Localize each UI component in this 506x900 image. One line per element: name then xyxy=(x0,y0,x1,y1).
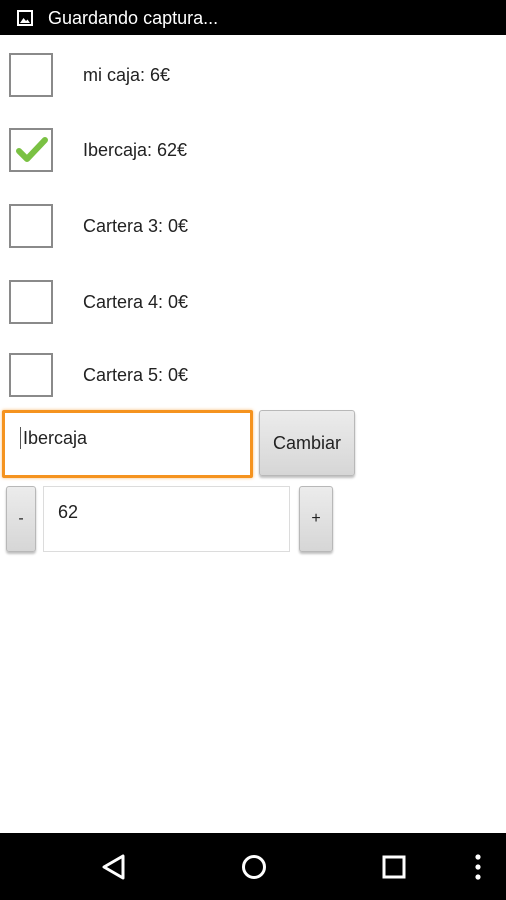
wallet-label: mi caja: 6€ xyxy=(83,65,171,85)
checkmark-icon xyxy=(16,137,48,162)
wallet-name-input[interactable]: Ibercaja xyxy=(2,410,253,478)
wallet-checkbox[interactable] xyxy=(9,53,53,97)
wallet-row[interactable]: Cartera 4: 0€ xyxy=(0,280,506,350)
overflow-menu-icon[interactable] xyxy=(470,851,502,883)
wallet-row[interactable]: mi caja: 6€ xyxy=(0,53,506,123)
status-notification-text: Guardando captura... xyxy=(48,8,219,28)
recents-icon[interactable] xyxy=(378,851,410,883)
wallet-label: Cartera 4: 0€ xyxy=(83,292,189,312)
decrement-button[interactable]: - xyxy=(6,486,36,552)
change-button[interactable]: Cambiar xyxy=(259,410,355,476)
increment-button[interactable]: + xyxy=(299,486,333,552)
wallet-checkbox[interactable] xyxy=(9,353,53,397)
amount-value: 62 xyxy=(58,502,79,522)
status-bar: Guardando captura... xyxy=(0,0,506,35)
home-icon[interactable] xyxy=(238,851,270,883)
navigation-bar xyxy=(0,833,506,900)
wallet-label: Cartera 5: 0€ xyxy=(83,365,189,385)
wallet-checkbox[interactable] xyxy=(9,280,53,324)
image-icon xyxy=(17,10,33,26)
text-cursor xyxy=(20,427,21,449)
wallet-checkbox-checked[interactable] xyxy=(9,128,53,172)
wallet-label: Cartera 3: 0€ xyxy=(83,216,189,236)
wallet-label: Ibercaja: 62€ xyxy=(83,140,188,160)
wallet-name-value: Ibercaja xyxy=(23,428,88,448)
amount-input[interactable]: 62 xyxy=(43,486,290,552)
back-icon[interactable] xyxy=(98,851,130,883)
wallet-row[interactable]: Ibercaja: 62€ xyxy=(0,128,506,198)
wallet-checkbox[interactable] xyxy=(9,204,53,248)
wallet-row[interactable]: Cartera 3: 0€ xyxy=(0,204,506,274)
